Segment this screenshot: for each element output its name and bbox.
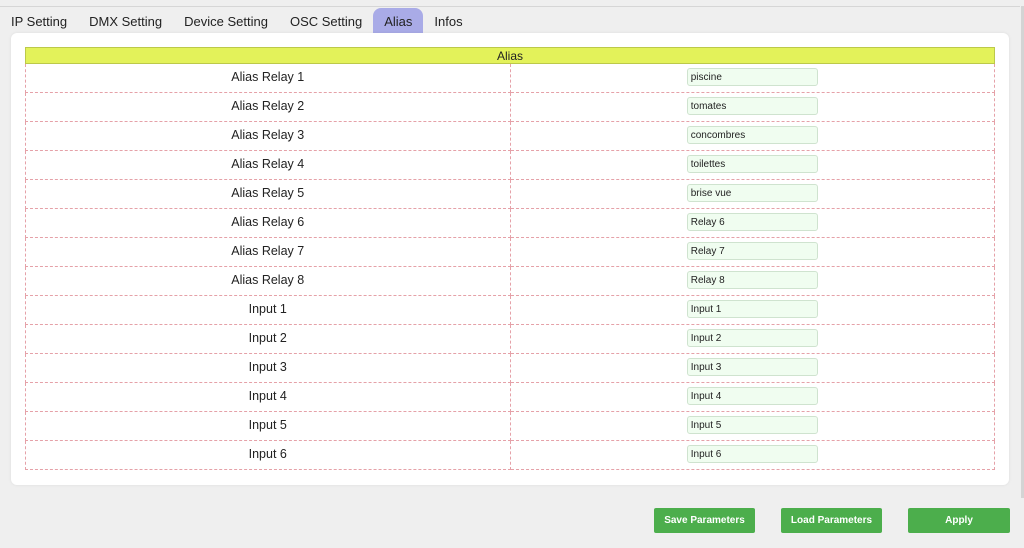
table-row: Input 3 bbox=[25, 353, 995, 383]
alias-panel: Alias Alias Relay 1 Alias Relay 2 Alias … bbox=[11, 33, 1009, 485]
table-row: Alias Relay 7 bbox=[25, 237, 995, 267]
alias-relay-2-input[interactable] bbox=[686, 97, 818, 115]
alias-relay-6-input[interactable] bbox=[686, 213, 818, 231]
table-row: Alias Relay 2 bbox=[25, 92, 995, 122]
tab-infos[interactable]: Infos bbox=[423, 8, 473, 33]
alias-table: Alias Alias Relay 1 Alias Relay 2 Alias … bbox=[25, 47, 995, 470]
table-row: Input 4 bbox=[25, 382, 995, 412]
alias-relay-7-input[interactable] bbox=[686, 242, 818, 260]
alias-relay-8-cell bbox=[509, 266, 995, 296]
save-parameters-button[interactable]: Save Parameters bbox=[654, 508, 755, 533]
tab-bar: IP Setting DMX Setting Device Setting OS… bbox=[0, 6, 1020, 33]
alias-relay-4-input[interactable] bbox=[686, 155, 818, 173]
alias-table-header-row: Alias bbox=[25, 47, 995, 64]
alias-relay-7-label: Alias Relay 7 bbox=[25, 237, 511, 267]
table-row: Alias Relay 3 bbox=[25, 121, 995, 151]
table-row: Alias Relay 4 bbox=[25, 150, 995, 180]
input-2-cell bbox=[509, 324, 995, 354]
table-row: Input 2 bbox=[25, 324, 995, 354]
alias-relay-1-label: Alias Relay 1 bbox=[25, 63, 511, 93]
alias-relay-2-cell bbox=[509, 92, 995, 122]
input-5-cell bbox=[509, 411, 995, 441]
alias-relay-1-input[interactable] bbox=[686, 68, 818, 86]
input-2-label: Input 2 bbox=[25, 324, 511, 354]
tab-dmx-setting[interactable]: DMX Setting bbox=[78, 8, 173, 33]
input-3-alias-input[interactable] bbox=[686, 358, 818, 376]
table-row: Input 5 bbox=[25, 411, 995, 441]
table-row: Alias Relay 6 bbox=[25, 208, 995, 238]
alias-relay-2-label: Alias Relay 2 bbox=[25, 92, 511, 122]
alias-relay-5-label: Alias Relay 5 bbox=[25, 179, 511, 209]
tab-alias[interactable]: Alias bbox=[373, 8, 424, 33]
alias-relay-3-label: Alias Relay 3 bbox=[25, 121, 511, 151]
alias-relay-7-cell bbox=[509, 237, 995, 267]
table-row: Input 6 bbox=[25, 440, 995, 470]
alias-relay-4-cell bbox=[509, 150, 995, 180]
input-1-label: Input 1 bbox=[25, 295, 511, 325]
input-1-alias-input[interactable] bbox=[686, 300, 818, 318]
input-4-alias-input[interactable] bbox=[686, 387, 818, 405]
alias-table-header: Alias bbox=[25, 47, 995, 64]
alias-relay-5-input[interactable] bbox=[686, 184, 818, 202]
input-5-label: Input 5 bbox=[25, 411, 511, 441]
input-6-cell bbox=[509, 440, 995, 470]
tab-ip-setting[interactable]: IP Setting bbox=[0, 8, 78, 33]
input-2-alias-input[interactable] bbox=[686, 329, 818, 347]
table-row: Alias Relay 1 bbox=[25, 63, 995, 93]
input-1-cell bbox=[509, 295, 995, 325]
table-row: Alias Relay 5 bbox=[25, 179, 995, 209]
alias-relay-3-input[interactable] bbox=[686, 126, 818, 144]
alias-relay-5-cell bbox=[509, 179, 995, 209]
apply-button[interactable]: Apply bbox=[908, 508, 1010, 533]
tab-osc-setting[interactable]: OSC Setting bbox=[279, 8, 373, 33]
alias-relay-8-label: Alias Relay 8 bbox=[25, 266, 511, 296]
input-6-alias-input[interactable] bbox=[686, 445, 818, 463]
alias-relay-6-label: Alias Relay 6 bbox=[25, 208, 511, 238]
table-row: Input 1 bbox=[25, 295, 995, 325]
alias-relay-6-cell bbox=[509, 208, 995, 238]
load-parameters-button[interactable]: Load Parameters bbox=[781, 508, 882, 533]
input-5-alias-input[interactable] bbox=[686, 416, 818, 434]
tab-device-setting[interactable]: Device Setting bbox=[173, 8, 279, 33]
input-4-cell bbox=[509, 382, 995, 412]
alias-relay-8-input[interactable] bbox=[686, 271, 818, 289]
input-3-cell bbox=[509, 353, 995, 383]
app-window: IP Setting DMX Setting Device Setting OS… bbox=[0, 0, 1024, 548]
table-row: Alias Relay 8 bbox=[25, 266, 995, 296]
alias-relay-4-label: Alias Relay 4 bbox=[25, 150, 511, 180]
alias-relay-3-cell bbox=[509, 121, 995, 151]
input-3-label: Input 3 bbox=[25, 353, 511, 383]
alias-relay-1-cell bbox=[509, 63, 995, 93]
input-4-label: Input 4 bbox=[25, 382, 511, 412]
input-6-label: Input 6 bbox=[25, 440, 511, 470]
